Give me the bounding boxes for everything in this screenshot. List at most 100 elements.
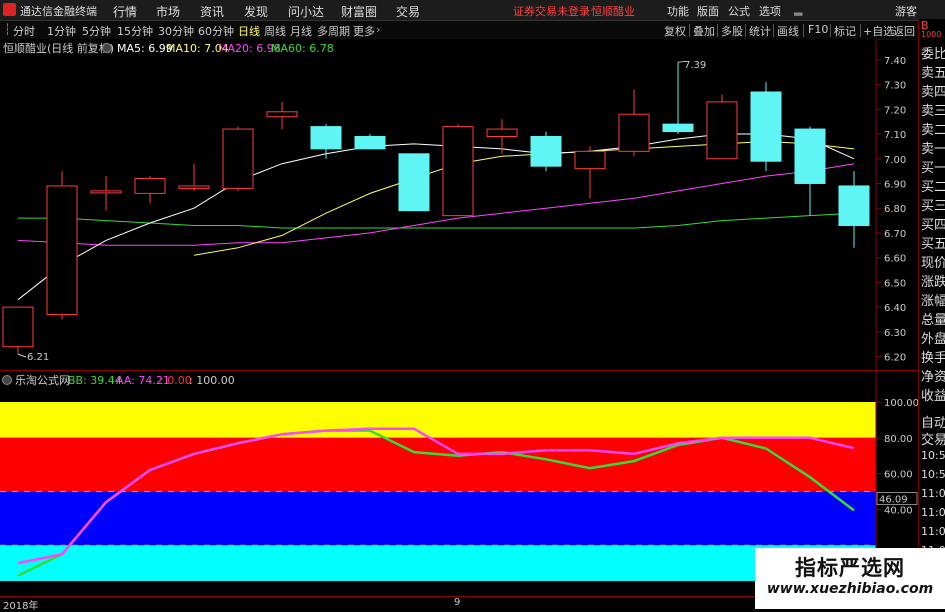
indicator-band xyxy=(0,491,876,546)
quote-side-panel: B 1000 委比 卖五 卖四 卖三 卖二 卖一 买一 买二 买三 买四 买五 现价 涨跌 涨幅 总量 外盘换… xyxy=(918,19,945,609)
bb-legend: BB: 39.44 xyxy=(68,374,122,387)
period-30min[interactable]: 30分钟 xyxy=(158,23,194,39)
panel-field-label: 买四 xyxy=(921,218,945,233)
btn-diejia[interactable]: 叠加 xyxy=(693,23,715,39)
candle-body-up xyxy=(442,126,474,217)
candle[interactable] xyxy=(46,171,78,320)
candle[interactable] xyxy=(442,124,474,217)
btn-huaxian[interactable]: 画线 xyxy=(777,23,799,39)
x-axis-month: 9 xyxy=(454,597,461,608)
btn-biaoji[interactable]: 标记 xyxy=(834,23,856,39)
kline-chart[interactable]: 7.40 7.30 7.20 7.10 7.00 6.90 6.80 6.70 6.60 6.50… xyxy=(0,39,918,370)
toolbar-divider xyxy=(689,24,690,37)
chevron-down-icon[interactable] xyxy=(102,43,112,53)
period-more[interactable]: 更多 xyxy=(353,23,375,39)
period-1min[interactable]: 1分钟 xyxy=(47,23,76,39)
watermark: 指标严选网 www.xuezhibiao.com xyxy=(755,548,945,609)
candle[interactable] xyxy=(706,94,738,160)
period-monthly[interactable]: 月线 xyxy=(290,23,312,39)
user-guest[interactable]: 游客 xyxy=(895,3,917,19)
price-tick-label: 6.40 xyxy=(884,303,906,314)
menu-caifuquan[interactable]: 财富圈 xyxy=(341,3,377,20)
price-tick-label: 6.80 xyxy=(884,204,906,215)
ma60-legend: MA60: 6.78 xyxy=(271,42,334,55)
indicator-current-value: 46.09 xyxy=(879,494,908,505)
menu-xuanxiang[interactable]: 选项 xyxy=(759,3,781,19)
toolbar-handle-icon: ┆ xyxy=(4,23,11,36)
btn-duogu[interactable]: 多股 xyxy=(721,23,743,39)
panel-field-label: 卖一 xyxy=(921,142,945,157)
panel-field-label: 换手 xyxy=(921,351,945,366)
period-15min[interactable]: 15分钟 xyxy=(117,23,153,39)
candle-body-up xyxy=(178,185,210,189)
price-tick-label: 7.00 xyxy=(884,155,906,166)
menu-zixun[interactable]: 资讯 xyxy=(200,3,224,20)
btn-fuquan[interactable]: 复权 xyxy=(664,23,686,39)
candle-body-up xyxy=(486,128,518,137)
menu-gongshi[interactable]: 公式 xyxy=(728,3,750,19)
candle-body-down xyxy=(398,153,430,212)
panel-field-label: 交易 xyxy=(921,433,945,448)
period-5min[interactable]: 5分钟 xyxy=(82,23,111,39)
indicator-band xyxy=(0,545,876,581)
toolbar-divider xyxy=(803,24,804,37)
period-60min[interactable]: 60分钟 xyxy=(198,23,234,39)
menu-banmian[interactable]: 版面 xyxy=(697,3,719,19)
candle-body-down xyxy=(310,126,342,150)
btn-f10[interactable]: F10 xyxy=(808,23,828,36)
menu-shichang[interactable]: 市场 xyxy=(156,3,180,20)
price-tick-label: 6.90 xyxy=(884,179,906,190)
period-multi[interactable]: 多周期 xyxy=(317,23,350,39)
candle[interactable] xyxy=(398,153,430,212)
panel-field-label: 外盘 xyxy=(921,332,945,347)
period-weekly[interactable]: 周线 xyxy=(264,23,286,39)
btn-tongji[interactable]: 统计 xyxy=(749,23,771,39)
app-logo-icon xyxy=(3,3,16,16)
trade-login-warning[interactable]: 证券交易未登录 xyxy=(513,3,590,19)
title-bar: 通达信金融终端 行情 市场 资讯 发现 问小达 财富圈 交易 证券交易未登录 恒… xyxy=(0,0,945,21)
period-daily[interactable]: 日线 xyxy=(238,23,260,39)
indicator-title: 乐淘公式网 xyxy=(15,374,70,387)
price-tick-label: 7.20 xyxy=(884,105,906,116)
panel-field-label: 买五 xyxy=(921,237,945,252)
price-tick-label: 6.70 xyxy=(884,229,906,240)
menu-wenxiaoda[interactable]: 问小达 xyxy=(288,3,324,20)
chevron-down-icon[interactable] xyxy=(2,375,12,385)
candle[interactable] xyxy=(750,82,782,172)
period-fenshi[interactable]: 分时 xyxy=(13,23,35,39)
indicator-tick-label: 40.00 xyxy=(884,505,913,516)
menu-hangqing[interactable]: 行情 xyxy=(113,3,137,20)
candle[interactable] xyxy=(530,131,562,172)
chevron-right-icon[interactable]: › xyxy=(376,23,380,36)
high-price-label: 7.39 xyxy=(684,60,706,71)
menu-jiaoyi[interactable]: 交易 xyxy=(396,3,420,20)
chart-title: 恒顺醋业(日线 前复权) xyxy=(3,41,114,55)
menu-gongneng[interactable]: 功能 xyxy=(667,3,689,19)
panel-subheader: 1000 xyxy=(921,30,942,39)
panel-field-label: 净资 xyxy=(921,370,945,385)
candle[interactable] xyxy=(222,126,254,191)
watermark-title: 指标严选网 xyxy=(795,556,905,580)
minimize-icon[interactable]: ▂ xyxy=(794,3,802,16)
panel-field-label: 卖二 xyxy=(921,123,945,138)
price-tick-label: 7.40 xyxy=(884,56,906,67)
toolbar-divider xyxy=(860,24,861,37)
candle-body-up xyxy=(2,306,34,348)
app-name: 通达信金融终端 xyxy=(20,5,97,18)
menu-faxian[interactable]: 发现 xyxy=(244,3,268,20)
candle-body-down xyxy=(354,135,386,150)
candle-body-up xyxy=(134,178,166,194)
candle[interactable] xyxy=(2,306,34,355)
price-tick-label: 6.50 xyxy=(884,278,906,289)
candle-body-up xyxy=(90,190,122,194)
low-price-label: 6.21 xyxy=(27,352,49,363)
current-stock-name: 恒顺醋业 xyxy=(591,5,635,18)
panel-field-label: 涨幅 xyxy=(921,294,945,309)
candle-body-up xyxy=(266,111,298,118)
hundred-legend: : 100.00 xyxy=(189,374,235,387)
toolbar-divider xyxy=(745,24,746,37)
btn-zixuan[interactable]: +自选 xyxy=(863,23,894,39)
candle[interactable] xyxy=(354,134,386,150)
btn-fanhui[interactable]: 返回 xyxy=(893,23,915,39)
indicator-tick-label: 100.00 xyxy=(884,398,918,409)
